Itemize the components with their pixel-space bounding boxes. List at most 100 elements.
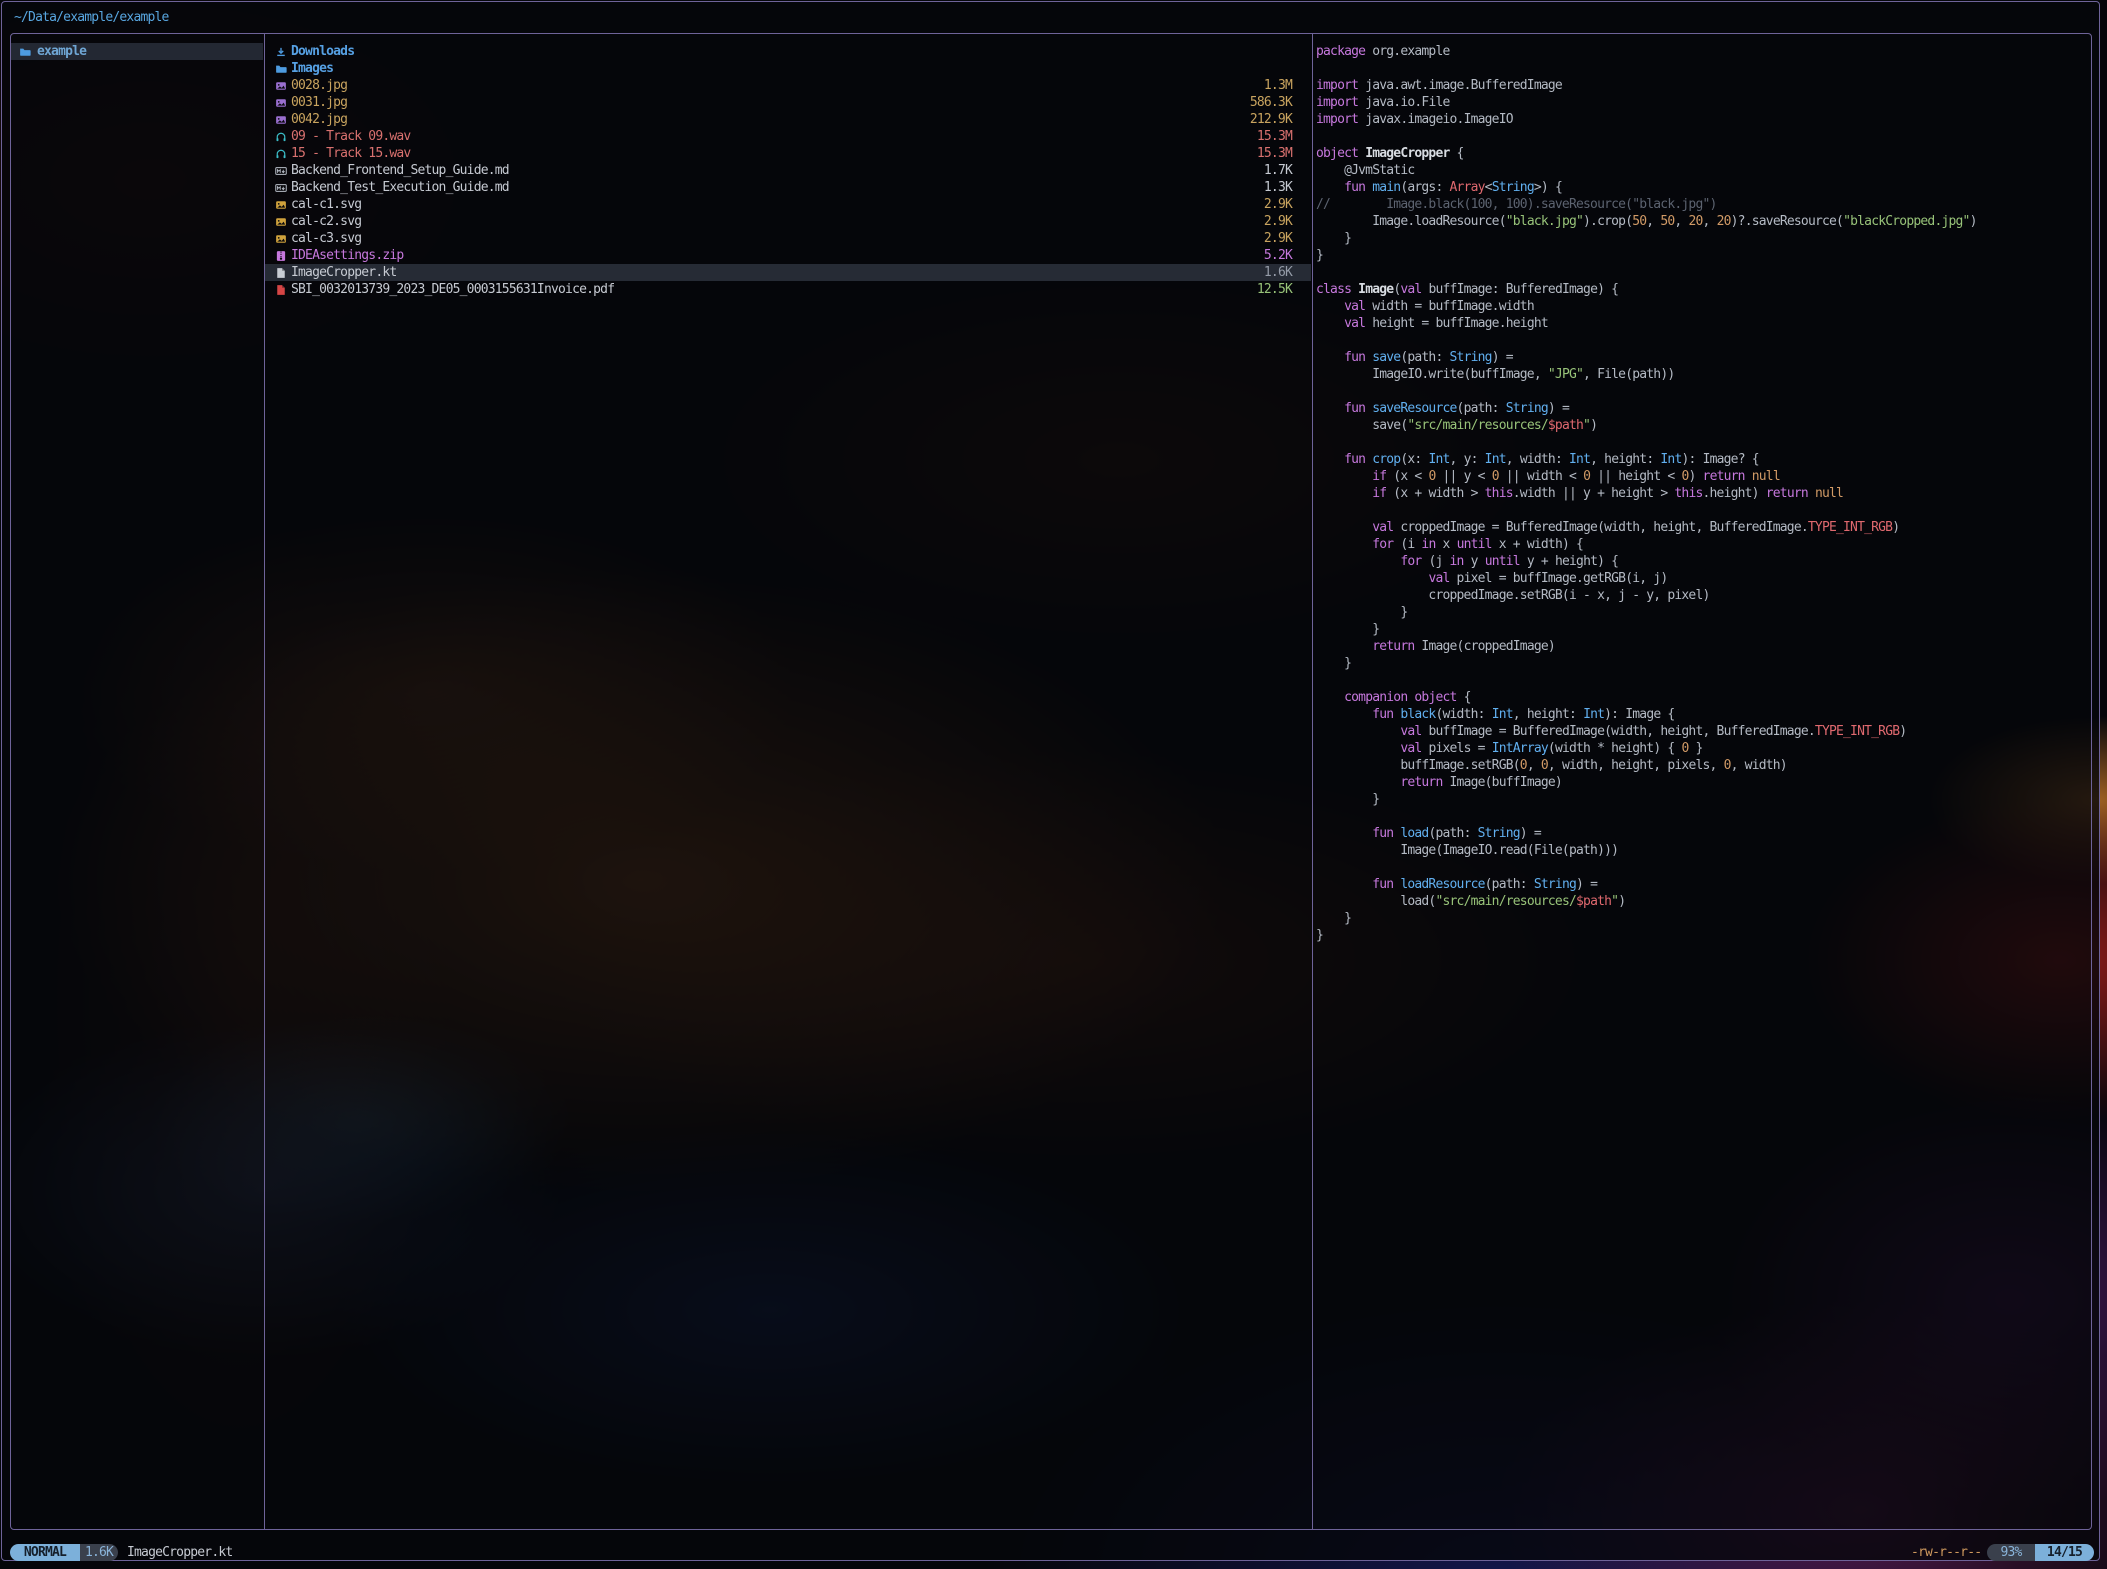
file-row[interactable]: SBI_0032013739_2023_DE05_0003155631Invoi… [265,281,1311,298]
permissions-text: -rw-r--r-- [1911,1544,1981,1561]
file-row[interactable]: 15 - Track 15.wav 15.3M [265,145,1311,162]
code-line: fun load(path: String) = [1316,825,2086,842]
code-line [1316,434,2086,451]
file-size: 2.9K [1264,196,1292,213]
file-size: 1.3K [1264,179,1292,196]
code-line: if (x < 0 || y < 0 || width < 0 || heigh… [1316,468,2086,485]
file-size: 1.7K [1264,162,1292,179]
code-line [1316,332,2086,349]
file-name: SBI_0032013739_2023_DE05_0003155631Invoi… [291,281,614,298]
file-name: 0028.jpg [291,77,347,94]
file-size: 15.3M [1257,128,1292,145]
file-row[interactable]: 0031.jpg586.3K [265,94,1311,111]
cursor-position: 14/15 [2035,1544,2094,1561]
image-jpg-icon [275,114,287,126]
archive-icon [275,250,287,262]
file-name: cal-c1.svg [291,196,361,213]
code-line [1316,808,2086,825]
file-row[interactable]: 09 - Track 09.wav 15.3M [265,128,1311,145]
file-row[interactable]: 0028.jpg 1.3M [265,77,1311,94]
file-name: ImageCropper.kt [291,264,396,281]
code-line: Image.loadResource("black.jpg").crop(50,… [1316,213,2086,230]
code-line: import java.awt.image.BufferedImage [1316,77,2086,94]
file-size: 2.9K [1264,230,1292,247]
image-jpg-icon [275,97,287,109]
code-line: fun loadResource(path: String) = [1316,876,2086,893]
file-row[interactable]: Downloads [265,43,1311,60]
file-size: 5.2K [1264,247,1292,264]
pane-divider-right [1312,33,1313,1530]
code-line: import javax.imageio.ImageIO [1316,111,2086,128]
code-line: fun crop(x: Int, y: Int, width: Int, hei… [1316,451,2086,468]
file-name: cal-c3.svg [291,230,361,247]
folder-icon [275,63,287,75]
status-filename: ImageCropper.kt [127,1544,232,1561]
file-row[interactable]: cal-c1.svg 2.9K [265,196,1311,213]
code-line: Image(ImageIO.read(File(path))) [1316,842,2086,859]
code-line: croppedImage.setRGB(i - x, j - y, pixel) [1316,587,2086,604]
file-name: Downloads [291,43,354,60]
file-name: 15 - Track 15.wav [291,145,410,162]
music-icon [275,131,287,143]
code-line [1316,264,2086,281]
code-line: } [1316,230,2086,247]
code-line: val pixel = buffImage.getRGB(i, j) [1316,570,2086,587]
download-icon [275,46,287,58]
file-row[interactable]: cal-c2.svg2.9K [265,213,1311,230]
code-line: package org.example [1316,43,2086,60]
scroll-percent: 93% [1987,1544,2035,1561]
file-row[interactable]: Backend_Frontend_Setup_Guide.md1.7K [265,162,1311,179]
file-name: 0031.jpg [291,94,347,111]
code-line: } [1316,247,2086,264]
markdown-icon [275,165,287,177]
preview-pane: package org.example import java.awt.imag… [1316,43,2086,944]
code-line: fun main(args: Array<String>) { [1316,179,2086,196]
code-line: } [1316,910,2086,927]
file-name: Images [291,60,333,77]
code-line: @JvmStatic [1316,162,2086,179]
file-size-badge: 1.6K [80,1544,118,1561]
code-line [1316,859,2086,876]
file-row[interactable]: cal-c3.svg 2.9K [265,230,1311,247]
code-line: for (i in x until x + width) { [1316,536,2086,553]
music-icon [275,148,287,160]
current-path: ~/Data/example/example [14,9,169,26]
image-svg-icon [275,199,287,211]
file-row[interactable]: Backend_Test_Execution_Guide.md 1.3K [265,179,1311,196]
code-line [1316,672,2086,689]
code-line: } [1316,791,2086,808]
code-line [1316,383,2086,400]
file-name: Backend_Test_Execution_Guide.md [291,179,509,196]
file-row[interactable]: ImageCropper.kt 1.6K [265,264,1311,281]
code-line: class Image(val buffImage: BufferedImage… [1316,281,2086,298]
code-line: // Image.black(100, 100).saveResource("b… [1316,196,2086,213]
code-line [1316,128,2086,145]
code-line: object ImageCropper { [1316,145,2086,162]
file-size: 1.6K [1264,264,1292,281]
code-line: save("src/main/resources/$path") [1316,417,2086,434]
file-row[interactable]: IDEAsettings.zip5.2K [265,247,1311,264]
parent-dir-item[interactable]: example [11,43,263,60]
file-name: cal-c2.svg [291,213,361,230]
markdown-icon [275,182,287,194]
file-row[interactable]: 0042.jpg212.9K [265,111,1311,128]
file-size: 15.3M [1257,145,1292,162]
file-size: 12.5K [1257,281,1292,298]
code-line: fun black(width: Int, height: Int): Imag… [1316,706,2086,723]
code-line: val croppedImage = BufferedImage(width, … [1316,519,2086,536]
code-line: val width = buffImage.width [1316,298,2086,315]
file-row[interactable]: Images [265,60,1311,77]
mode-badge: NORMAL [10,1544,80,1561]
code-line: return Image(croppedImage) [1316,638,2086,655]
folder-icon [19,46,31,58]
code-line: load("src/main/resources/$path") [1316,893,2086,910]
code-line: for (j in y until y + height) { [1316,553,2086,570]
code-line: val buffImage = BufferedImage(width, hei… [1316,723,2086,740]
code-line: } [1316,604,2086,621]
code-line: } [1316,621,2086,638]
file-size: 1.3M [1264,77,1292,94]
image-svg-icon [275,233,287,245]
code-line: } [1316,655,2086,672]
file-name: 09 - Track 09.wav [291,128,410,145]
code-line: import java.io.File [1316,94,2086,111]
